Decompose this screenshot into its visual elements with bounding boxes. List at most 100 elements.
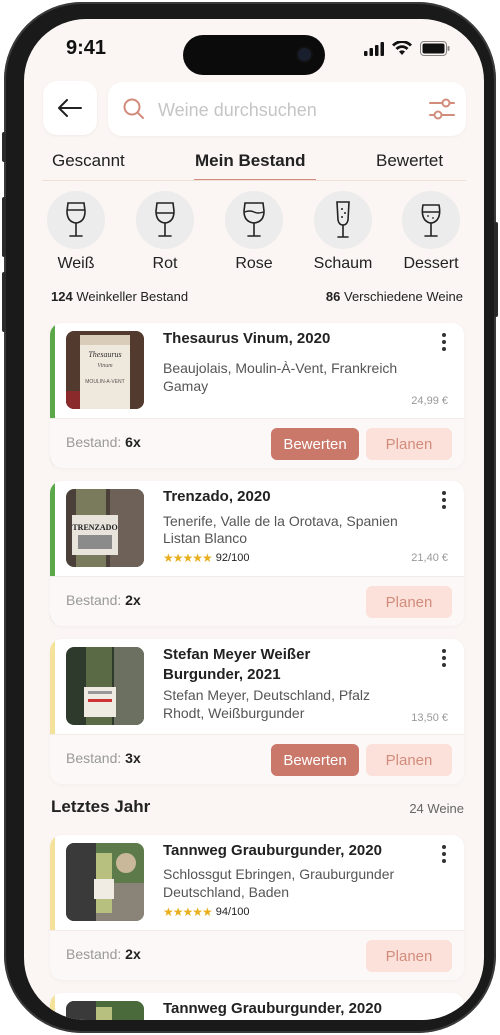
wine-region: Tenerife, Valle de la Orotava, Spanien bbox=[163, 513, 398, 529]
plan-button[interactable]: Planen bbox=[366, 586, 452, 618]
category-label: Dessert bbox=[403, 255, 459, 272]
plan-button[interactable]: Planen bbox=[366, 428, 452, 460]
wine-card[interactable]: Thesaurus Vinum MOULIN-A-VENT Thesaurus Vi… bbox=[50, 323, 464, 468]
tab-gescannt[interactable]: Gescannt bbox=[52, 151, 125, 171]
stock-info: Bestand: 2x bbox=[66, 592, 141, 608]
wine-region: Beaujolais, Moulin-À-Vent, Frankreich bbox=[163, 360, 398, 376]
card-footer: Bestand: 3x Bewerten Planen bbox=[50, 734, 464, 784]
plan-button[interactable]: Planen bbox=[366, 940, 452, 972]
more-options-icon[interactable] bbox=[436, 333, 452, 351]
section-title: Letztes Jahr bbox=[51, 797, 151, 816]
rate-button[interactable]: Bewerten bbox=[271, 744, 359, 776]
wine-title: Tannweg Grauburgunder, 2020 bbox=[163, 842, 382, 859]
dynamic-island bbox=[183, 35, 325, 75]
category-weiss[interactable]: Weiß bbox=[46, 191, 106, 273]
wine-grape: Gamay bbox=[163, 378, 209, 394]
category-rot[interactable]: Rot bbox=[135, 191, 195, 273]
volume-up-button bbox=[2, 197, 6, 257]
more-options-icon[interactable] bbox=[436, 845, 452, 863]
white-wine-glass-icon bbox=[66, 202, 86, 237]
rating-score: 94/100 bbox=[215, 906, 250, 918]
wine-bottle-image: Thesaurus Vinum MOULIN-A-VENT bbox=[66, 331, 144, 409]
category-rose[interactable]: Rose bbox=[224, 191, 284, 273]
back-button[interactable] bbox=[43, 81, 97, 135]
wine-price: 21,40 € bbox=[411, 552, 448, 564]
stock-count: 2x bbox=[125, 592, 141, 608]
signal-icon bbox=[364, 41, 384, 56]
wine-bottle-image bbox=[66, 843, 144, 921]
stock-info: Bestand: 6x bbox=[66, 434, 141, 450]
stock-info: Bestand: 2x bbox=[66, 946, 141, 962]
star-rating-icon: ★★★★★ bbox=[163, 551, 213, 565]
stock-count: 6x bbox=[125, 434, 141, 450]
category-label: Rose bbox=[235, 255, 273, 272]
stock-label: Bestand: bbox=[66, 750, 122, 766]
app-screen: 9:41 Gescannt Mein Bestand Bewertet Weiß bbox=[24, 19, 484, 1020]
category-label: Rot bbox=[152, 255, 178, 272]
plan-button[interactable]: Planen bbox=[366, 744, 452, 776]
wine-title: Thesaurus Vinum, 2020 bbox=[163, 330, 331, 347]
distinct-stat: 86 Verschiedene Weine bbox=[326, 289, 463, 304]
stock-count: 2x bbox=[125, 946, 141, 962]
stock-label: Bestand: bbox=[66, 434, 122, 450]
wine-region: Stefan Meyer, Deutschland, Pfalz bbox=[163, 687, 370, 703]
volume-down-button bbox=[2, 272, 6, 332]
filter-icon[interactable] bbox=[428, 96, 456, 122]
wifi-icon bbox=[392, 41, 412, 55]
category-label: Weiß bbox=[57, 255, 95, 272]
svg-text:Thesaurus: Thesaurus bbox=[88, 350, 121, 359]
star-rating-icon: ★★★★★ bbox=[163, 905, 213, 919]
wine-rating: ★★★★★ 94/100 bbox=[163, 905, 249, 919]
stock-label: Bestand: bbox=[66, 592, 122, 608]
power-button bbox=[494, 222, 498, 317]
cellar-count: 124 bbox=[51, 289, 73, 304]
category-label: Schaum bbox=[313, 255, 373, 272]
cellar-stat: 124 Weinkeller Bestand bbox=[51, 289, 188, 304]
more-options-icon[interactable] bbox=[436, 649, 452, 667]
wine-region: Schlossgut Ebringen, Grauburgunder bbox=[163, 866, 395, 882]
card-footer: Bestand: 6x Bewerten Planen bbox=[50, 418, 464, 468]
wine-card[interactable]: Tannweg Grauburgunder, 2020 bbox=[50, 993, 464, 1020]
wine-title-line: Stefan Meyer Weißer bbox=[163, 646, 311, 663]
rating-score: 92/100 bbox=[215, 552, 250, 564]
wine-price: 24,99 € bbox=[411, 395, 448, 407]
sparkling-wine-glass-icon bbox=[336, 201, 350, 238]
svg-text:MOULIN-A-VENT: MOULIN-A-VENT bbox=[85, 379, 124, 385]
status-bar-yellow bbox=[50, 993, 55, 1020]
wine-grape: Rhodt, Weißburgunder bbox=[163, 705, 305, 721]
wine-title: Trenzado, 2020 bbox=[163, 488, 271, 505]
search-icon bbox=[123, 98, 144, 119]
category-dessert[interactable]: Dessert bbox=[401, 191, 461, 273]
wine-price: 13,50 € bbox=[411, 712, 448, 724]
section-count: 24 Weine bbox=[409, 801, 464, 816]
card-footer: Bestand: 2x Planen bbox=[50, 930, 464, 980]
wine-card[interactable]: Stefan Meyer Weißer Burgunder, 2021 Stefa… bbox=[50, 639, 464, 784]
search-bar bbox=[108, 82, 466, 136]
category-schaum[interactable]: Schaum bbox=[313, 191, 373, 273]
svg-text:TRENZADO: TRENZADO bbox=[72, 523, 117, 532]
camera-icon bbox=[298, 48, 311, 61]
card-footer: Bestand: 2x Planen bbox=[50, 576, 464, 626]
rose-wine-glass-icon bbox=[243, 202, 265, 237]
distinct-label: Verschiedene Weine bbox=[343, 289, 463, 304]
phone-frame: 9:41 Gescannt Mein Bestand Bewertet Weiß bbox=[2, 2, 498, 1033]
tab-mein-bestand[interactable]: Mein Bestand bbox=[195, 151, 306, 171]
more-options-icon[interactable] bbox=[436, 491, 452, 509]
stock-info: Bestand: 3x bbox=[66, 750, 141, 766]
wine-rating: ★★★★★ 92/100 bbox=[163, 551, 249, 565]
wine-card[interactable]: Tannweg Grauburgunder, 2020 Schlossgut E… bbox=[50, 835, 464, 980]
stock-count: 3x bbox=[125, 750, 141, 766]
battery-icon bbox=[420, 41, 450, 56]
wine-bottle-image bbox=[66, 1001, 144, 1020]
wine-card[interactable]: TRENZADO Trenzado, 2020 Tenerife, Valle … bbox=[50, 481, 464, 626]
wine-title: Tannweg Grauburgunder, 2020 bbox=[163, 1000, 382, 1017]
wine-grape: Listan Blanco bbox=[163, 530, 248, 546]
wine-title: Stefan Meyer Weißer Burgunder, 2021 bbox=[163, 645, 418, 685]
rate-button[interactable]: Bewerten bbox=[271, 428, 359, 460]
dessert-wine-glass-icon bbox=[421, 204, 441, 237]
search-input[interactable] bbox=[156, 94, 410, 126]
red-wine-glass-icon bbox=[155, 202, 175, 237]
wine-bottle-image: TRENZADO bbox=[66, 489, 144, 567]
tab-bewertet[interactable]: Bewertet bbox=[376, 151, 443, 171]
status-icons bbox=[364, 41, 450, 56]
